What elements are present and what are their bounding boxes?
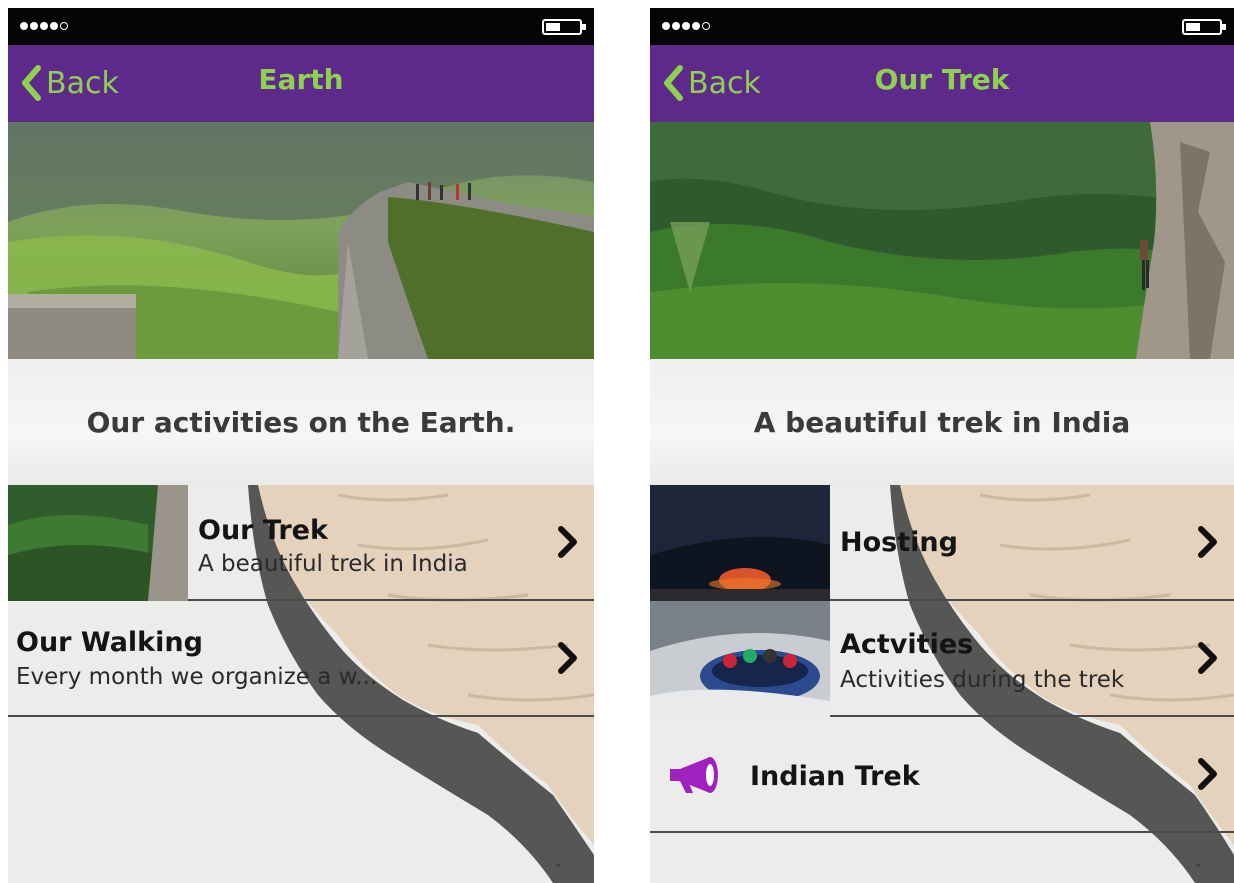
item-subtitle: Activities during the trek: [840, 667, 1125, 693]
item-subtitle: A beautiful trek in India: [198, 551, 468, 577]
item-title: Actvities: [840, 629, 974, 660]
activity-list: Our Trek A beautiful trek in India Our W…: [8, 485, 594, 883]
chevron-right-icon: [1198, 758, 1217, 790]
hero-image-mountain-cliff: [8, 122, 594, 359]
scroll-indicator: [556, 864, 560, 867]
signal-dots-icon: [662, 22, 710, 30]
signal-dots-icon: [20, 22, 68, 30]
nav-bar: Back Earth: [8, 45, 594, 122]
screen-subtitle: A beautiful trek in India: [753, 405, 1131, 439]
list-item-indian-trek[interactable]: Indian Trek: [650, 717, 1234, 833]
scroll-indicator: [1196, 864, 1200, 867]
chevron-right-icon: [558, 526, 577, 558]
item-title: Hosting: [840, 527, 958, 558]
subtitle-banner: Our activities on the Earth.: [8, 359, 594, 485]
subtitle-banner: A beautiful trek in India: [650, 359, 1234, 485]
chevron-right-icon: [1198, 526, 1217, 558]
item-title: Our Trek: [198, 515, 328, 546]
list-item-our-walking[interactable]: Our Walking Every month we organize a w.…: [8, 601, 594, 717]
tent-night-photo: [650, 485, 830, 601]
status-bar: [650, 8, 1234, 45]
chevron-left-icon: [22, 65, 41, 101]
back-button[interactable]: Back: [662, 63, 761, 103]
item-title: Indian Trek: [750, 761, 920, 792]
battery-icon: [542, 19, 586, 35]
list-item-activities[interactable]: Actvities Activities during the trek: [650, 601, 1234, 717]
back-label: Back: [46, 65, 119, 101]
megaphone-icon: [670, 757, 718, 793]
our-trek-screen: Back Our Trek A beautiful trek in India: [650, 8, 1234, 883]
list-item-our-trek[interactable]: Our Trek A beautiful trek in India: [8, 485, 594, 601]
status-bar: [8, 8, 594, 45]
back-label: Back: [688, 65, 761, 101]
trek-menu-list: Hosting Actvities Activities during the: [650, 485, 1234, 883]
chevron-left-icon: [664, 65, 683, 101]
earth-screen: Back Earth Our activities on the Earth. …: [8, 8, 594, 883]
nav-bar: Back Our Trek: [650, 45, 1234, 122]
rafting-photo: [650, 601, 830, 717]
chevron-right-icon: [1198, 642, 1217, 674]
item-subtitle: Every month we organize a w...: [16, 664, 378, 690]
trek-thumbnail: [8, 485, 188, 601]
screen-subtitle: Our activities on the Earth.: [86, 405, 516, 439]
hero-image-forest-climber: [650, 122, 1234, 359]
back-button[interactable]: Back: [20, 63, 119, 103]
chevron-right-icon: [558, 642, 577, 674]
list-item-hosting[interactable]: Hosting: [650, 485, 1234, 601]
item-title: Our Walking: [16, 627, 203, 658]
battery-icon: [1182, 19, 1226, 35]
